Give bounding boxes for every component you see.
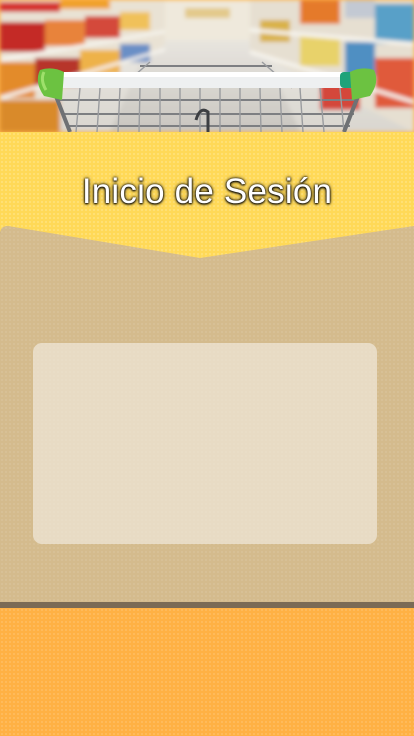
header-image [0, 0, 414, 132]
bottom-area [0, 608, 414, 736]
login-form-panel [33, 343, 377, 544]
page-title: Inicio de Sesión [81, 172, 333, 211]
